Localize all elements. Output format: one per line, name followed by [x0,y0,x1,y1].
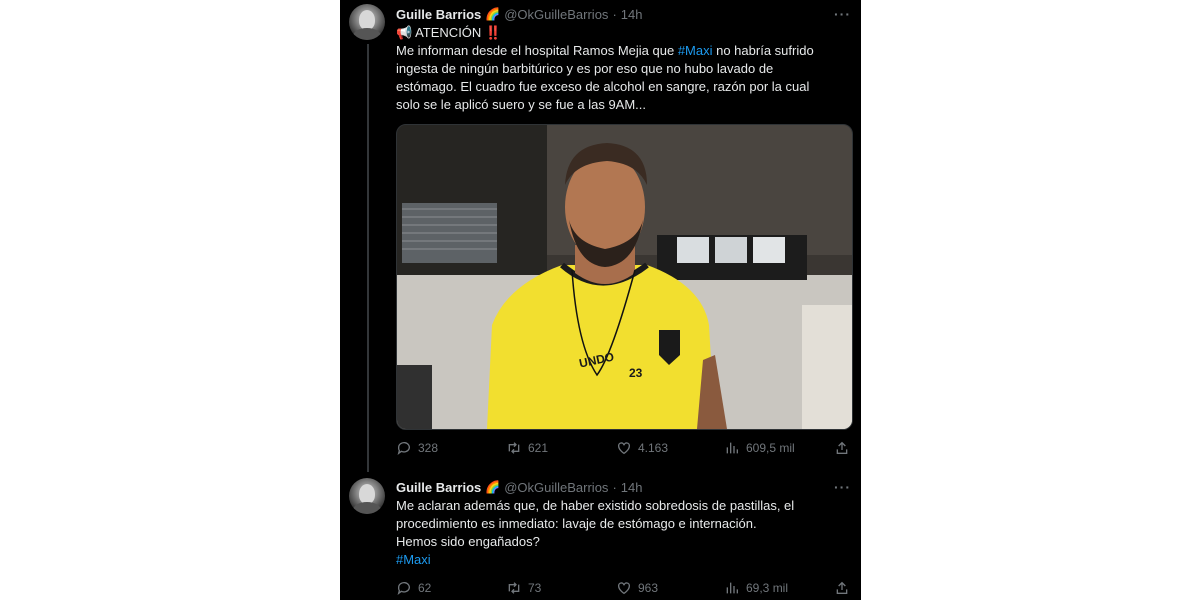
reply-count: 328 [418,441,439,455]
reply-count: 62 [418,581,432,595]
author-name[interactable]: Guille Barrios [396,480,481,495]
tweet-text: 📢 ATENCIÓN ‼️ Me informan desde el hospi… [396,24,836,114]
tweet-header: Guille Barrios 🌈 @OkGuilleBarrios · 14h [396,477,642,497]
repost-button[interactable]: 621 [506,440,548,456]
tweet-thread-panel: Guille Barrios 🌈 @OkGuilleBarrios · 14h ·… [340,0,861,600]
tweet-media-image[interactable]: UNDO 23 [396,124,853,430]
separator-dot: · [612,6,617,22]
like-count: 4.163 [638,441,669,455]
rainbow-emoji: 🌈 [485,7,501,21]
like-button[interactable]: 963 [616,580,658,596]
tweet-timestamp[interactable]: 14h [621,480,643,495]
tweet-body: Me informan desde el hospital Ramos Meji… [396,42,836,114]
alert-line: 📢 ATENCIÓN ‼️ [396,24,836,42]
hashtag-link[interactable]: #Maxi [396,552,431,567]
like-icon [618,582,630,595]
hashtag-link[interactable]: #Maxi [678,43,713,58]
tweet-header: Guille Barrios 🌈 @OkGuilleBarrios · 14h [396,4,642,24]
share-button[interactable] [834,580,850,596]
repost-icon [508,442,520,454]
repost-button[interactable]: 73 [506,580,541,596]
thread-connector-line [367,44,369,472]
author-name[interactable]: Guille Barrios [396,7,481,22]
views-button[interactable]: 609,5 mil [724,440,795,456]
body-text-start: Me informan desde el hospital Ramos Meji… [396,43,678,58]
views-button[interactable]: 69,3 mil [724,580,788,596]
avatar-body [353,28,381,40]
repost-count: 73 [528,581,542,595]
author-handle[interactable]: @OkGuilleBarrios [504,7,608,22]
tweet-body-line-1: Me aclaran además que, de haber existido… [396,498,795,531]
like-icon [618,442,630,455]
tweet-text: Me aclaran además que, de haber existido… [396,497,836,569]
reply-button[interactable]: 328 [396,440,438,456]
like-count: 963 [638,581,659,595]
reply-icon [397,582,410,595]
avatar-body [353,502,381,514]
views-icon [726,582,738,594]
author-handle[interactable]: @OkGuilleBarrios [504,480,608,495]
repost-icon [508,582,520,594]
tweet-body-line-2: Hemos sido engañados? [396,534,540,549]
author-avatar[interactable] [349,4,385,40]
share-icon [836,441,848,454]
share-button[interactable] [834,440,850,456]
avatar-face [359,484,375,504]
tweet-actions-bar: 62 73 963 69,3 mil [396,580,856,600]
share-icon [836,581,848,594]
tweet-timestamp[interactable]: 14h [621,7,643,22]
views-count: 69,3 mil [746,581,789,595]
more-icon[interactable]: ··· [834,6,851,22]
author-avatar[interactable] [349,478,385,514]
like-button[interactable]: 4.163 [616,440,668,456]
media-photo: UNDO 23 [397,125,852,429]
shirt-number-text: 23 [629,366,643,380]
alert-label: ATENCIÓN [415,25,482,40]
avatar-face [359,10,375,30]
separator-dot: · [612,479,617,495]
rainbow-emoji: 🌈 [485,480,501,494]
views-count: 609,5 mil [746,441,795,455]
double-exclamation-icon: ‼️ [484,25,502,40]
repost-count: 621 [528,441,549,455]
views-icon [726,442,738,454]
more-icon[interactable]: ··· [834,479,851,495]
reply-button[interactable]: 62 [396,580,431,596]
tweet-actions-bar: 328 621 4.163 609,5 mil [396,440,856,460]
megaphone-icon: 📢 [396,25,413,40]
reply-icon [397,442,410,455]
